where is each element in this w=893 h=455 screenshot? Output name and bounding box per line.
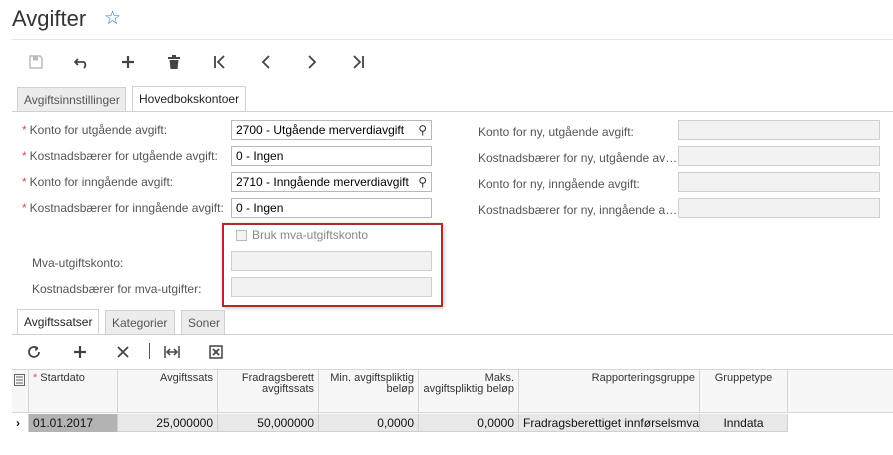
search-icon[interactable]: ⚲	[418, 121, 427, 139]
fit-columns-icon[interactable]	[162, 342, 182, 362]
konto-utgaende-field[interactable]: 2700 - Utgående merverdiavgift ⚲	[231, 120, 432, 140]
tab-soner[interactable]: Soner	[181, 310, 225, 334]
col-min-belop[interactable]: Min. avgiftspliktig beløp	[319, 370, 419, 413]
cell-rapporteringsgruppe[interactable]: Fradragsberettiget innførselsmva	[519, 414, 700, 432]
title-divider	[12, 39, 893, 40]
kostnadsbaerer-utgaende-field[interactable]: 0 - Ingen	[231, 146, 432, 166]
previous-record-icon[interactable]	[256, 52, 276, 72]
last-record-icon[interactable]	[348, 52, 368, 72]
kostnadsbaerer-ny-inngaende-field[interactable]	[678, 198, 880, 218]
page-title: Avgifter	[12, 6, 87, 31]
col-rapporteringsgruppe[interactable]: Rapporteringsgruppe	[519, 370, 700, 413]
undo-icon[interactable]	[72, 52, 92, 72]
refresh-icon[interactable]	[24, 342, 44, 362]
label-kostnadsbaerer-inngaende: * Kostnadsbærer for inngående avgift:	[22, 201, 224, 215]
kostnadsbaerer-inngaende-field[interactable]: 0 - Ingen	[231, 198, 432, 218]
column-chooser-icon[interactable]	[12, 370, 29, 413]
search-icon[interactable]: ⚲	[418, 173, 427, 191]
label-konto-ny-inngaende: Konto for ny, inngående avgift:	[478, 177, 640, 191]
label-konto-ny-utgaende: Konto for ny, utgående avgift:	[478, 125, 634, 139]
star-outline-icon[interactable]: ☆	[104, 8, 121, 30]
toolbar-separator	[149, 343, 150, 359]
cell-gruppetype[interactable]: Inndata	[700, 414, 788, 432]
label-kostnadsbaerer-mva: Kostnadsbærer for mva-utgifter:	[32, 282, 202, 296]
label-kostnadsbaerer-utgaende: * Kostnadsbærer for utgående avgift:	[22, 149, 218, 163]
tab-kategorier[interactable]: Kategorier	[105, 310, 175, 334]
konto-ny-inngaende-field[interactable]	[678, 172, 880, 192]
bruk-mva-checkbox[interactable]	[236, 230, 247, 241]
label-mva-utgiftskonto: Mva-utgiftskonto:	[32, 256, 124, 270]
bruk-mva-label: Bruk mva-utgiftskonto	[252, 228, 369, 242]
kostnadsbaerer-ny-utgaende-field[interactable]	[678, 146, 880, 166]
cell-fradragsberett[interactable]: 50,000000	[218, 414, 319, 432]
col-gruppetype[interactable]: Gruppetype	[700, 370, 788, 413]
col-maks-belop[interactable]: Maks. avgiftspliktig beløp	[419, 370, 519, 413]
konto-ny-utgaende-field[interactable]	[678, 120, 880, 140]
col-avgiftssats[interactable]: Avgiftssats	[118, 370, 218, 413]
delete-icon[interactable]	[164, 52, 184, 72]
label-konto-utgaende: * Konto for utgående avgift:	[22, 123, 168, 137]
cell-maks-belop[interactable]: 0,0000	[419, 414, 519, 432]
cell-startdato[interactable]: 01.01.2017	[29, 414, 118, 432]
col-startdato[interactable]: * Startdato	[29, 370, 118, 413]
next-record-icon[interactable]	[302, 52, 322, 72]
bottom-tab-strip-border	[12, 334, 893, 335]
first-record-icon[interactable]	[210, 52, 230, 72]
tab-hovedbokskontoer[interactable]: Hovedbokskontoer	[132, 86, 246, 111]
save-icon[interactable]	[26, 52, 46, 72]
tab-avgiftssatser[interactable]: Avgiftssatser	[17, 309, 99, 334]
tab-strip-border	[12, 111, 893, 112]
konto-inngaende-field[interactable]: 2710 - Inngående merverdiavgift ⚲	[231, 172, 432, 192]
add-row-icon[interactable]	[70, 342, 90, 362]
cell-min-belop[interactable]: 0,0000	[319, 414, 419, 432]
tab-avgiftsinnstillinger[interactable]: Avgiftsinnstillinger	[17, 87, 126, 111]
delete-row-icon[interactable]	[113, 342, 133, 362]
kostnadsbaerer-mva-field[interactable]	[231, 277, 432, 297]
label-konto-inngaende: * Konto for inngående avgift:	[22, 175, 174, 189]
label-kostnadsbaerer-ny-utgaende: Kostnadsbærer for ny, utgående av…	[478, 151, 678, 165]
row-selector-icon[interactable]: ›	[12, 414, 29, 432]
col-fradragsberett[interactable]: Fradragsberett avgiftssats	[218, 370, 319, 413]
mva-utgiftskonto-field[interactable]	[231, 251, 432, 271]
export-excel-icon[interactable]	[206, 342, 226, 362]
add-icon[interactable]	[118, 52, 138, 72]
cell-avgiftssats[interactable]: 25,000000	[118, 414, 218, 432]
label-kostnadsbaerer-ny-inngaende: Kostnadsbærer for ny, inngående a…	[478, 203, 678, 217]
